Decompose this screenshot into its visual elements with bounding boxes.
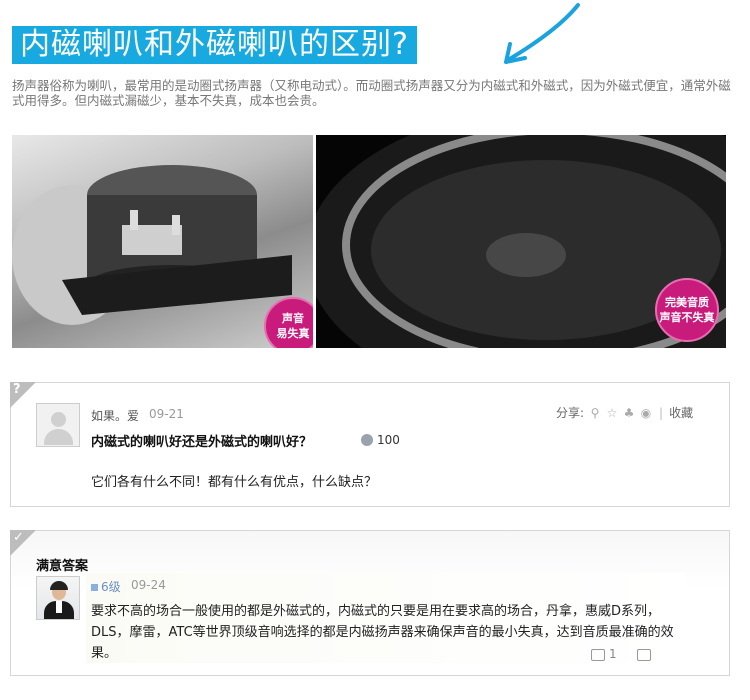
user-level[interactable]: 6级 bbox=[91, 578, 121, 595]
level-icon bbox=[91, 584, 98, 591]
question-date: 09-21 bbox=[149, 407, 184, 421]
thumb-down-icon bbox=[636, 648, 651, 661]
reward-value: 100 bbox=[377, 433, 400, 447]
answer-card: ✓ 满意答案 6级 09-24 要求不高的场合一般使用的都是外磁式的，内磁式的只… bbox=[10, 530, 730, 676]
tencent-icon[interactable]: ♣ bbox=[622, 406, 636, 420]
page-title: 内磁喇叭和外磁喇叭的区别? bbox=[12, 26, 417, 64]
favorite-button[interactable]: 收藏 bbox=[669, 404, 693, 421]
question-username[interactable]: 如果。爱 bbox=[91, 407, 139, 424]
level-label: 6级 bbox=[101, 580, 121, 594]
reward-points: 100 bbox=[361, 433, 400, 447]
badge-line-2: 易失真 bbox=[276, 327, 310, 340]
outer-magnet-speaker-photo: 完美音质 声音不失真 bbox=[316, 135, 726, 348]
intro-text: 扬声器俗称为喇叭，最常用的是动圈式扬声器（又称电动式）。而动圈式扬声器又分为内磁… bbox=[12, 78, 731, 108]
checkmark-icon: ✓ bbox=[13, 530, 24, 545]
search-icon[interactable]: ⚲ bbox=[588, 406, 602, 420]
avatar[interactable] bbox=[36, 403, 80, 447]
thumb-up-icon bbox=[591, 648, 605, 661]
downvote-button[interactable] bbox=[636, 647, 655, 661]
coin-icon bbox=[361, 434, 373, 446]
question-corner: ? bbox=[10, 382, 36, 408]
avatar[interactable] bbox=[36, 576, 80, 620]
weibo-icon[interactable]: ◉ bbox=[639, 406, 653, 420]
question-card: ? 如果。爱 09-21 分享: ⚲ ☆ ♣ ◉ | 收藏 内磁式的喇叭好还是外… bbox=[10, 382, 730, 507]
badge-line-1: 声音 bbox=[282, 312, 304, 325]
question-body: 它们各有什么不同！都有什么有优点，什么缺点？ bbox=[91, 475, 378, 490]
arrow-decoration-icon bbox=[504, 3, 580, 64]
share-label: 分享: bbox=[556, 406, 585, 420]
divider: | bbox=[659, 405, 664, 420]
best-answer-heading: 满意答案 bbox=[36, 559, 89, 574]
question-mark-icon: ? bbox=[13, 382, 21, 397]
answer-corner: ✓ bbox=[10, 530, 36, 556]
badge-line-2: 声音不失真 bbox=[659, 311, 715, 324]
badge-line-1: 完美音质 bbox=[665, 296, 709, 309]
hifi-badge: 完美音质 声音不失真 bbox=[655, 278, 719, 342]
upvote-button[interactable]: 1 bbox=[591, 647, 617, 661]
question-title: 内磁式的喇叭好还是外磁式的喇叭好？ bbox=[91, 435, 313, 450]
inner-magnet-speaker-photo: 声音 易失真 bbox=[12, 135, 313, 348]
upvote-count: 1 bbox=[609, 647, 617, 661]
star-icon[interactable]: ☆ bbox=[605, 406, 619, 420]
share-bar: 分享: ⚲ ☆ ♣ ◉ | 收藏 bbox=[556, 404, 693, 421]
vote-bar: 1 bbox=[591, 647, 655, 661]
answer-date: 09-24 bbox=[131, 578, 166, 592]
